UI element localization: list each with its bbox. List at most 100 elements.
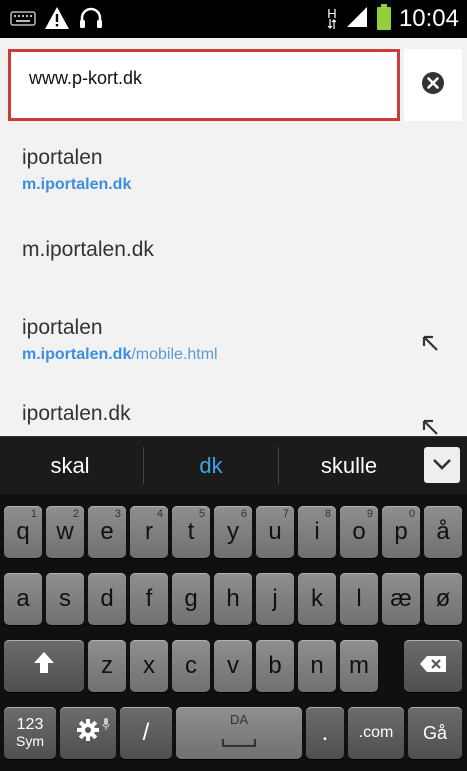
key-r[interactable]: 4r [130, 506, 168, 558]
key-h[interactable]: h [214, 573, 252, 625]
key-label: å [436, 518, 450, 545]
key-label: Gå [422, 722, 447, 743]
key-number-hint: 4 [156, 508, 163, 520]
key-y[interactable]: 6y [214, 506, 252, 558]
period-key[interactable]: . [306, 707, 344, 759]
warning-icon [44, 6, 70, 34]
gear-icon [75, 717, 101, 750]
key-label: f [145, 585, 153, 612]
arrow-up-left-icon[interactable] [421, 334, 439, 356]
key-n[interactable]: n [298, 640, 336, 692]
microphone-icon [102, 709, 110, 737]
battery-icon [376, 4, 391, 34]
key-oslash[interactable]: ø [424, 573, 462, 625]
key-p[interactable]: 0p [382, 506, 420, 558]
prediction-item[interactable]: skulle [281, 437, 417, 494]
settings-key[interactable] [60, 707, 116, 759]
symbols-key-label-top: 123 [16, 716, 44, 733]
key-number-hint: 5 [198, 508, 205, 520]
key-label: t [187, 518, 195, 545]
key-u[interactable]: 7u [256, 506, 294, 558]
suggestion-item[interactable]: m.iportalen.dk [22, 238, 154, 262]
keyboard-icon [10, 9, 36, 31]
url-input[interactable]: www.p-kort.dk [8, 49, 400, 121]
key-number-hint: 8 [324, 508, 331, 520]
key-e[interactable]: 3e [88, 506, 126, 558]
clear-button[interactable] [404, 49, 462, 121]
space-key-language-label: DA [229, 711, 249, 727]
key-label: s [59, 585, 71, 612]
key-ae[interactable]: æ [382, 573, 420, 625]
arrow-up-left-icon[interactable] [421, 418, 439, 436]
key-number-hint: 0 [408, 508, 415, 520]
key-l[interactable]: l [340, 573, 378, 625]
key-label: v [227, 652, 239, 679]
key-b[interactable]: b [256, 640, 294, 692]
clock: 10:04 [398, 5, 459, 32]
key-number-hint: 3 [114, 508, 121, 520]
key-v[interactable]: v [214, 640, 252, 692]
space-bar-icon [221, 727, 257, 755]
key-label: æ [390, 585, 412, 612]
key-o[interactable]: 9o [340, 506, 378, 558]
prediction-item-selected[interactable]: dk [146, 437, 276, 494]
key-label: x [143, 652, 155, 679]
shift-arrow-icon [33, 651, 55, 682]
key-f[interactable]: f [130, 573, 168, 625]
keyboard: 1q 2w 3e 4r 5t 6y 7u 8i 9o 0p å a s d f … [0, 494, 467, 771]
status-bar: H 10:04 [0, 0, 467, 38]
suggestion-url: m.iportalen.dk [22, 176, 131, 194]
key-c[interactable]: c [172, 640, 210, 692]
divider [143, 447, 144, 484]
suggestion-url: m.iportalen.dk/mobile.html [22, 346, 218, 364]
prediction-item[interactable]: skal [0, 437, 140, 494]
key-label: r [145, 518, 153, 545]
key-label: p [394, 518, 408, 545]
suggestion-item[interactable]: iportalen m.iportalen.dk/mobile.html [22, 316, 218, 364]
key-number-hint: 2 [72, 508, 79, 520]
key-z[interactable]: z [88, 640, 126, 692]
key-label: j [272, 585, 278, 612]
key-label: . [321, 719, 329, 746]
key-k[interactable]: k [298, 573, 336, 625]
slash-key[interactable]: / [120, 707, 172, 759]
key-number-hint: 9 [366, 508, 373, 520]
key-label: z [101, 652, 113, 679]
key-m[interactable]: m [340, 640, 378, 692]
dotcom-key[interactable]: .com [348, 707, 404, 759]
key-t[interactable]: 5t [172, 506, 210, 558]
backspace-key[interactable] [404, 640, 462, 692]
key-i[interactable]: 8i [298, 506, 336, 558]
space-key[interactable]: DA [176, 707, 302, 759]
key-a[interactable]: a [4, 573, 42, 625]
key-label: / [142, 719, 150, 746]
key-x[interactable]: x [130, 640, 168, 692]
suggestion-item[interactable]: iportalen m.iportalen.dk [22, 146, 131, 194]
suggestion-item[interactable]: iportalen.dk [22, 402, 131, 426]
symbols-key-label-bottom: Sym [16, 733, 44, 749]
key-aring[interactable]: å [424, 506, 462, 558]
symbols-key[interactable]: 123 Sym [4, 707, 56, 759]
key-d[interactable]: d [88, 573, 126, 625]
key-label: k [311, 585, 323, 612]
url-bar: www.p-kort.dk [0, 38, 467, 130]
key-label: n [310, 652, 324, 679]
go-key[interactable]: Gå [408, 707, 462, 759]
shift-key[interactable] [4, 640, 84, 692]
data-transfer-icon: H [327, 7, 337, 30]
key-label: m [349, 652, 369, 679]
key-label: u [268, 518, 282, 545]
key-q[interactable]: 1q [4, 506, 42, 558]
key-g[interactable]: g [172, 573, 210, 625]
expand-predictions-button[interactable] [424, 447, 460, 483]
key-number-hint: 7 [282, 508, 289, 520]
key-label: .com [358, 724, 394, 741]
key-number-hint: 6 [240, 508, 247, 520]
key-j[interactable]: j [256, 573, 294, 625]
chevron-down-icon [432, 456, 452, 475]
key-label: h [226, 585, 240, 612]
key-label: c [185, 652, 197, 679]
key-label: q [16, 518, 30, 545]
key-s[interactable]: s [46, 573, 84, 625]
key-w[interactable]: 2w [46, 506, 84, 558]
